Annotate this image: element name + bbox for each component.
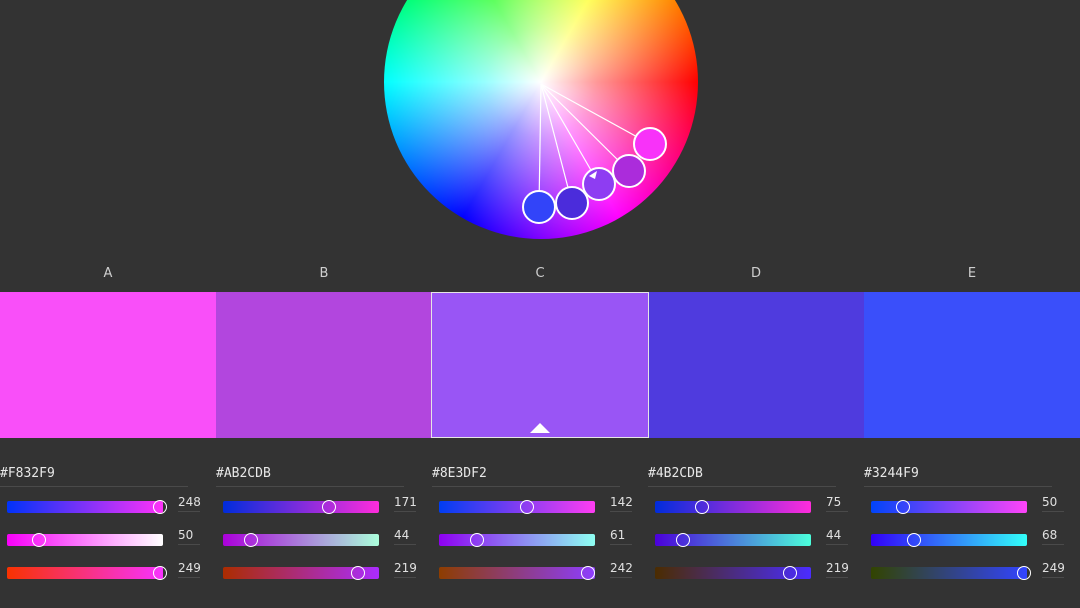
hex-value-field[interactable]: #8E3DF2 bbox=[432, 458, 620, 487]
red-value-field[interactable]: 142 bbox=[610, 495, 633, 512]
blue-slider-track[interactable] bbox=[223, 566, 379, 580]
wheel-handle-a[interactable] bbox=[633, 127, 667, 161]
blue-slider-thumb[interactable] bbox=[350, 566, 365, 580]
green-slider-track[interactable] bbox=[655, 533, 811, 547]
color-editor-a: #F832F9 248 50 249 bbox=[0, 458, 216, 608]
blue-slider-row: 249 bbox=[0, 553, 208, 586]
blue-value-field[interactable]: 249 bbox=[178, 561, 201, 578]
green-slider-thumb[interactable] bbox=[675, 533, 690, 547]
red-slider-track[interactable] bbox=[223, 500, 379, 514]
green-value-field[interactable]: 61 bbox=[610, 528, 632, 545]
green-slider-row: 68 bbox=[864, 520, 1072, 553]
blue-slider-track[interactable] bbox=[871, 566, 1032, 580]
blue-slider-thumb[interactable] bbox=[1017, 566, 1032, 580]
red-slider-row: 75 bbox=[648, 487, 856, 520]
swatch-strip bbox=[0, 292, 1080, 438]
blue-value-field[interactable]: 219 bbox=[826, 561, 849, 578]
red-slider-row: 142 bbox=[432, 487, 640, 520]
swatch-c[interactable] bbox=[431, 292, 649, 438]
green-slider-row: 61 bbox=[432, 520, 640, 553]
blue-value-field[interactable]: 219 bbox=[394, 561, 417, 578]
color-editor-c: #8E3DF2 142 61 242 bbox=[432, 458, 648, 608]
hex-value-field[interactable]: #AB2CDB bbox=[216, 458, 404, 487]
green-slider-track[interactable] bbox=[223, 533, 379, 547]
green-slider-row: 44 bbox=[216, 520, 424, 553]
red-slider-thumb[interactable] bbox=[694, 500, 709, 514]
wheel-handle-line-e bbox=[538, 83, 542, 208]
wheel-handle-e[interactable] bbox=[522, 190, 556, 224]
red-slider-track[interactable] bbox=[439, 500, 595, 514]
green-value-field[interactable]: 44 bbox=[394, 528, 416, 545]
blue-slider-row: 219 bbox=[216, 553, 424, 586]
red-value-field[interactable]: 50 bbox=[1042, 495, 1064, 512]
wheel-handle-line-b bbox=[540, 83, 630, 172]
hex-value-field[interactable]: #3244F9 bbox=[864, 458, 1052, 487]
blue-slider-row: 219 bbox=[648, 553, 856, 586]
blue-value-field[interactable]: 242 bbox=[610, 561, 633, 578]
color-wheel[interactable] bbox=[384, 0, 698, 239]
blue-value-field[interactable]: 249 bbox=[1042, 561, 1065, 578]
wheel-handle-c[interactable] bbox=[582, 167, 616, 201]
red-slider-thumb[interactable] bbox=[152, 500, 167, 514]
green-slider-row: 44 bbox=[648, 520, 856, 553]
green-slider-thumb[interactable] bbox=[470, 533, 485, 547]
swatch-label-b: B bbox=[319, 266, 329, 281]
wheel-handles-overlay bbox=[522, 83, 667, 224]
green-slider-thumb[interactable] bbox=[243, 533, 258, 547]
green-slider-track[interactable] bbox=[439, 533, 595, 547]
red-slider-track[interactable] bbox=[871, 500, 1027, 514]
red-slider-row: 248 bbox=[0, 487, 208, 520]
blue-slider-thumb[interactable] bbox=[153, 566, 168, 580]
swatch-label-e: E bbox=[967, 266, 977, 281]
color-editor-b: #AB2CDB 171 44 219 bbox=[216, 458, 432, 608]
red-slider-row: 171 bbox=[216, 487, 424, 520]
swatch-a[interactable] bbox=[0, 292, 216, 438]
green-slider-thumb[interactable] bbox=[31, 533, 46, 547]
swatch-e[interactable] bbox=[864, 292, 1080, 438]
blue-slider-row: 242 bbox=[432, 553, 640, 586]
red-value-field[interactable]: 171 bbox=[394, 495, 417, 512]
red-slider-row: 50 bbox=[864, 487, 1072, 520]
wheel-handle-d[interactable] bbox=[555, 186, 589, 220]
green-slider-row: 50 bbox=[0, 520, 208, 553]
green-value-field[interactable]: 50 bbox=[178, 528, 200, 545]
blue-slider-thumb[interactable] bbox=[782, 566, 797, 580]
wheel-handle-line-c bbox=[540, 83, 600, 185]
blue-slider-track[interactable] bbox=[439, 566, 596, 580]
color-editor-e: #3244F9 50 68 249 bbox=[864, 458, 1080, 608]
red-slider-track[interactable] bbox=[7, 500, 167, 514]
red-slider-thumb[interactable] bbox=[895, 500, 910, 514]
color-editors: #F832F9 248 50 249 #AB2CDB 171 44 219 #8E3DF2 142… bbox=[0, 458, 1080, 608]
selected-arrow-icon bbox=[529, 423, 550, 433]
green-slider-track[interactable] bbox=[871, 533, 1027, 547]
wheel-handle-line-d bbox=[540, 83, 573, 204]
blue-slider-track[interactable] bbox=[7, 566, 168, 580]
hex-value-field[interactable]: #F832F9 bbox=[0, 458, 188, 487]
red-slider-thumb[interactable] bbox=[321, 500, 336, 514]
swatch-b[interactable] bbox=[215, 292, 432, 438]
wheel-handle-b[interactable] bbox=[612, 154, 646, 188]
swatch-label-a: A bbox=[103, 266, 113, 281]
green-value-field[interactable]: 44 bbox=[826, 528, 848, 545]
color-editor-d: #4B2CDB 75 44 219 bbox=[648, 458, 864, 608]
swatch-labels: A B C D E bbox=[0, 262, 1080, 286]
red-value-field[interactable]: 75 bbox=[826, 495, 848, 512]
wheel-handle-line-a bbox=[540, 83, 651, 145]
green-slider-track[interactable] bbox=[7, 533, 163, 547]
green-value-field[interactable]: 68 bbox=[1042, 528, 1064, 545]
swatch-label-c: C bbox=[535, 266, 545, 281]
green-slider-thumb[interactable] bbox=[906, 533, 921, 547]
blue-slider-track[interactable] bbox=[655, 566, 811, 580]
blue-slider-row: 249 bbox=[864, 553, 1072, 586]
hex-value-field[interactable]: #4B2CDB bbox=[648, 458, 836, 487]
red-slider-track[interactable] bbox=[655, 500, 811, 514]
swatch-d[interactable] bbox=[648, 292, 865, 438]
red-slider-thumb[interactable] bbox=[519, 500, 534, 514]
red-value-field[interactable]: 248 bbox=[178, 495, 201, 512]
blue-slider-thumb[interactable] bbox=[581, 566, 596, 580]
swatch-label-d: D bbox=[750, 266, 761, 281]
